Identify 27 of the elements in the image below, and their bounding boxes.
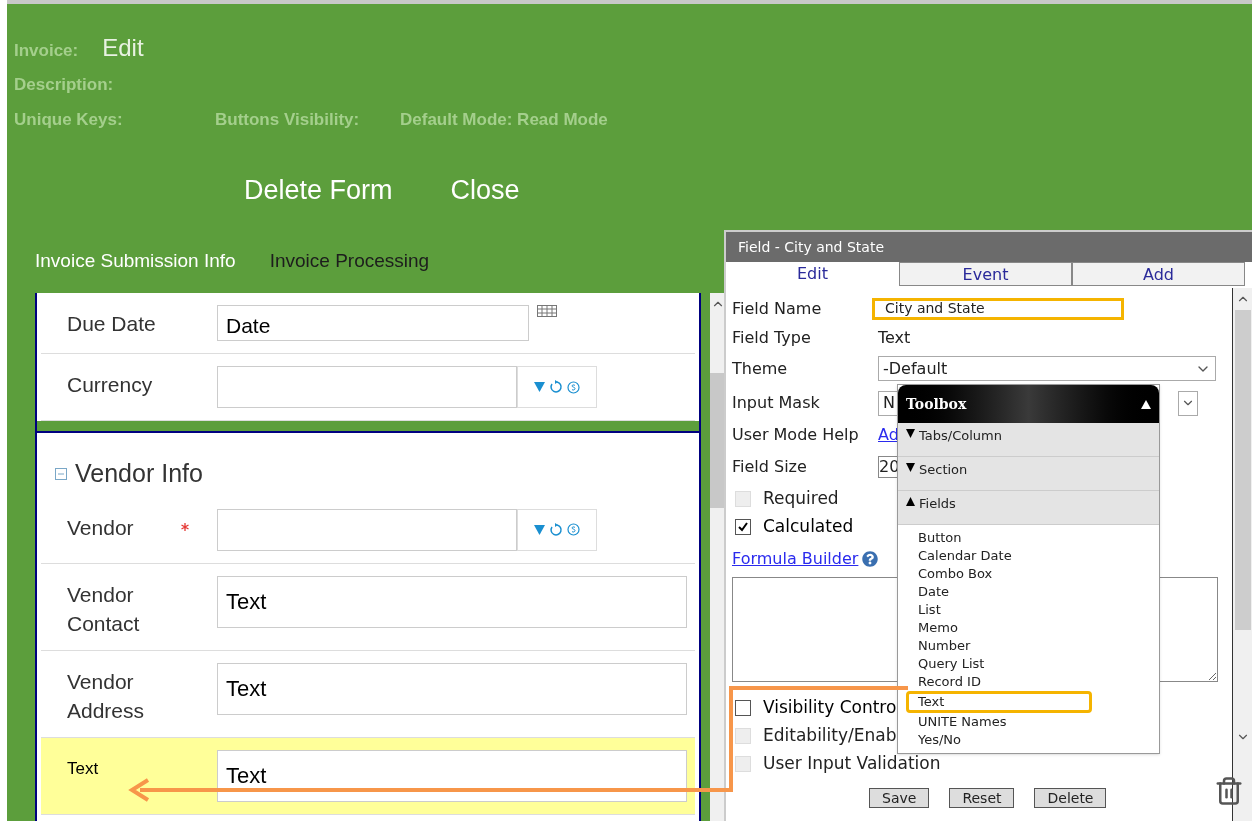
section-title: Vendor Info <box>75 458 203 489</box>
field-label: Currency <box>67 372 154 398</box>
field-label: Theme <box>732 357 789 380</box>
field-label: Text <box>67 757 100 780</box>
description-label: Description: <box>14 74 115 96</box>
field-label: Field Name <box>732 297 823 320</box>
field-label: User Mode Help <box>732 424 860 446</box>
panel-title: Field - City and State <box>738 237 884 257</box>
field-type-value: Text <box>878 326 911 349</box>
buttons-visibility-label: Buttons Visibility: <box>215 108 361 131</box>
field-label: Due Date <box>67 311 157 337</box>
invoice-label: Invoice: <box>14 40 79 62</box>
checkbox-label: User Input Validation <box>763 752 941 776</box>
checkbox-label: Editability/Enab <box>763 724 897 748</box>
checkbox-label: Required <box>763 487 839 511</box>
field-label: Vendor <box>67 514 135 541</box>
field-label: Vendor Contact <box>67 581 141 637</box>
field-label: Field Size <box>732 456 808 478</box>
field-label: Input Mask <box>732 392 821 414</box>
default-mode-label: Default Mode: Read Mode <box>400 108 608 131</box>
toolbox-title: Toolbox <box>906 394 967 414</box>
unique-keys-label: Unique Keys: <box>14 108 124 131</box>
field-label: Field Type <box>732 326 812 349</box>
mode-title: Edit <box>102 33 144 63</box>
field-label: Vendor Address <box>67 668 146 724</box>
checkbox-label: Visibility Contro <box>763 696 897 720</box>
checkbox-label: Calculated <box>763 515 854 539</box>
